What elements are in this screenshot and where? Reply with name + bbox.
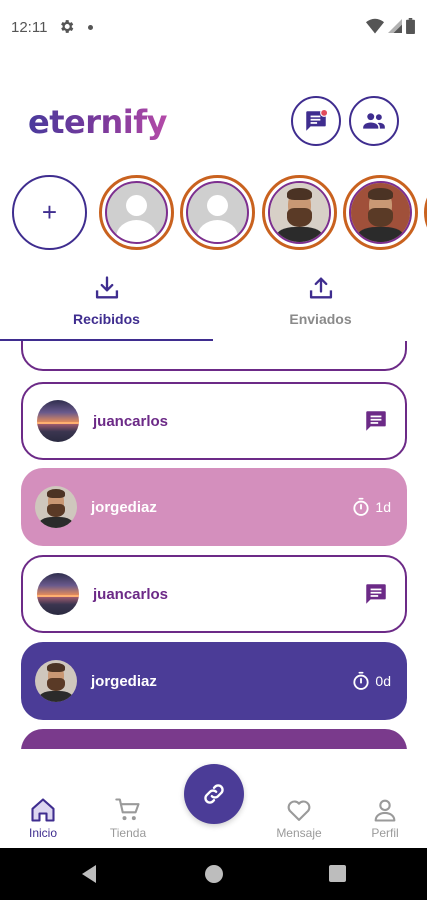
story-avatar[interactable] [99, 175, 174, 250]
settings-gear-icon [61, 20, 74, 33]
app-screen: 12:11 eternify + Recibidos Enviados juan… [0, 0, 427, 900]
nav-label: Mensaje [276, 826, 322, 840]
back-icon[interactable] [82, 865, 96, 883]
timer-badge: 1d [351, 497, 391, 517]
upload-icon [309, 277, 332, 299]
avatar-photo [268, 181, 331, 244]
tab-sent-label: Enviados [289, 311, 352, 327]
nav-label: Perfil [371, 826, 399, 840]
home-icon [31, 798, 55, 822]
status-time: 12:11 [11, 19, 48, 36]
default-avatar-icon [105, 181, 168, 244]
message-icon[interactable] [363, 408, 389, 434]
system-navigation-bar [0, 848, 427, 900]
timer-icon [353, 671, 370, 690]
add-story-button[interactable]: + [12, 175, 87, 250]
bottom-navigation: Inicio Tienda Mensaje Perfil [0, 752, 427, 848]
list-item[interactable] [21, 341, 407, 371]
status-bar: 12:11 [0, 0, 427, 56]
list-item[interactable]: juancarlos [21, 382, 407, 460]
avatar [35, 660, 77, 702]
recents-icon[interactable] [329, 865, 346, 882]
messages-button[interactable] [291, 96, 341, 146]
contacts-button[interactable] [349, 96, 399, 146]
message-icon[interactable] [363, 581, 389, 607]
signal-icon [388, 19, 402, 33]
inbox-tabs: Recibidos Enviados [0, 268, 427, 342]
tab-received-label: Recibidos [73, 311, 140, 327]
avatar-photo [349, 181, 412, 244]
list-item[interactable]: jorgediaz 1d [21, 468, 407, 546]
story-avatar[interactable] [180, 175, 255, 250]
status-indicators [366, 18, 415, 34]
nav-inicio[interactable]: Inicio [8, 796, 78, 840]
home-circle-icon[interactable] [205, 865, 223, 883]
username: juancarlos [93, 412, 169, 430]
people-icon [363, 113, 385, 129]
username: juancarlos [93, 585, 169, 603]
nav-label: Inicio [28, 826, 57, 840]
default-avatar-icon [186, 181, 249, 244]
tab-received[interactable]: Recibidos [0, 268, 213, 342]
avatar [37, 573, 79, 615]
nav-mensaje[interactable]: Mensaje [264, 796, 334, 840]
nav-perfil[interactable]: Perfil [350, 796, 420, 840]
username: jorgediaz [91, 672, 157, 690]
timer-icon [353, 497, 370, 516]
battery-icon [406, 18, 415, 34]
list-item[interactable]: juancarlos [21, 555, 407, 633]
list-item[interactable]: jorgediaz 0d [21, 642, 407, 720]
cart-icon [115, 798, 140, 821]
nav-label: Tienda [109, 826, 147, 840]
avatar [37, 400, 79, 442]
person-icon [374, 799, 396, 822]
heart-icon [287, 800, 311, 821]
chat-notification-icon [306, 108, 329, 131]
link-fab-button[interactable] [184, 764, 244, 824]
app-logo: eternify [28, 103, 168, 141]
received-list: juancarlos jorgediaz 1d juancarlos jorge… [0, 341, 427, 749]
list-item[interactable] [21, 729, 407, 749]
story-avatar[interactable] [262, 175, 337, 250]
link-icon [204, 784, 224, 804]
timer-value: 1d [375, 499, 391, 515]
stories-row: + [0, 174, 427, 254]
avatar [35, 486, 77, 528]
nav-tienda[interactable]: Tienda [93, 796, 163, 840]
timer-value: 0d [375, 673, 391, 689]
download-icon [95, 276, 118, 299]
wifi-icon [366, 18, 384, 34]
notification-dot-icon [88, 25, 93, 30]
tab-sent[interactable]: Enviados [214, 268, 427, 342]
timer-badge: 0d [351, 671, 391, 691]
username: jorgediaz [91, 498, 157, 516]
story-avatar[interactable] [343, 175, 418, 250]
